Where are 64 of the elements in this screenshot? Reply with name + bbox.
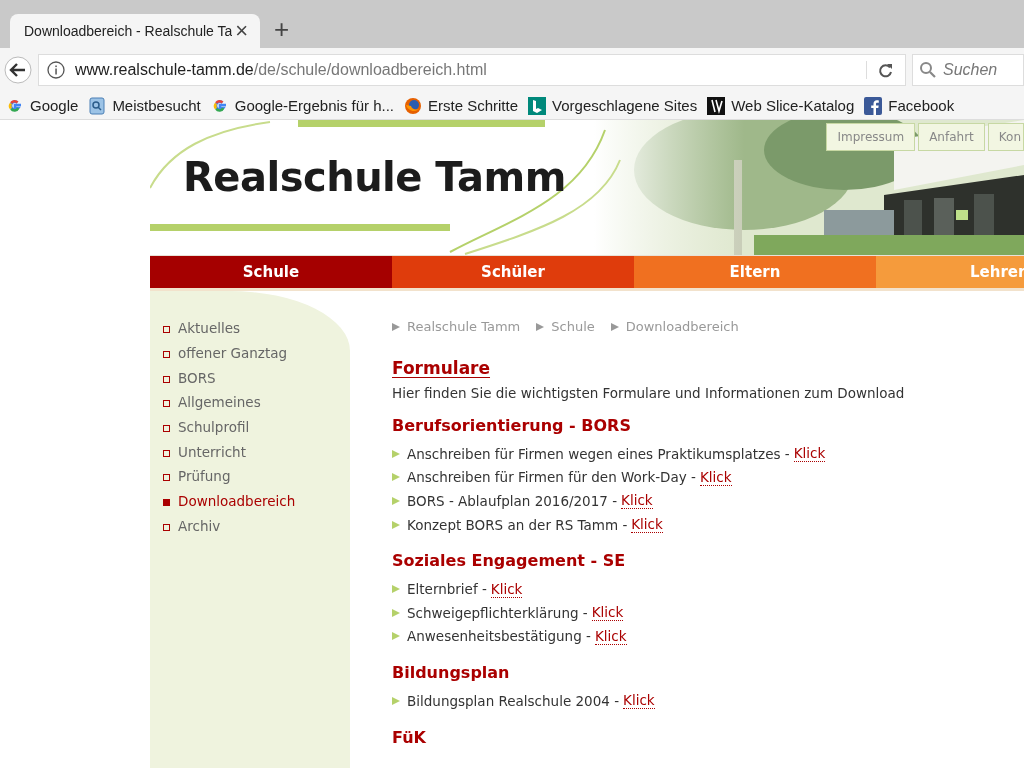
sidebar-item[interactable]: Downloadbereich (150, 488, 350, 514)
page-icon (88, 96, 107, 115)
section-heading: Berufsorientierung - BORS (392, 416, 632, 437)
page-title-link[interactable]: Formulare (392, 358, 490, 378)
bullet-icon (392, 473, 400, 482)
reload-icon[interactable] (866, 61, 895, 79)
browser-tab[interactable]: Downloadbereich - Realschule Ta× (10, 14, 260, 48)
download-item-text: Bildungsplan Realschule 2004 - (407, 692, 620, 709)
sidebar-item[interactable]: Aktuelles (150, 316, 350, 341)
close-icon[interactable]: × (235, 20, 248, 42)
triangle-icon (536, 322, 545, 331)
bullet-icon (392, 520, 400, 529)
download-item-text: BORS - Ablaufplan 2016/2017 - (407, 493, 618, 509)
bookmark[interactable]: Facebook (864, 96, 955, 115)
section-heading: Soziales Engagement - SE (392, 551, 627, 573)
download-link[interactable]: Klick (623, 692, 655, 710)
download-link[interactable]: Klick (594, 627, 627, 645)
download-item-text: Elternbrief - (407, 581, 487, 598)
globe-icon (404, 96, 422, 115)
download-link[interactable]: Klick (621, 492, 653, 510)
download-link[interactable]: Klick (631, 516, 663, 534)
bookmark[interactable]: Meistbesucht (88, 96, 201, 115)
intro-text: Hier finden Sie die wichtigsten Formulare und Informationen zum Download (392, 385, 906, 401)
sidebar-item[interactable]: Prüfung (150, 464, 350, 489)
sidebar-item[interactable]: Allgemeines (150, 390, 350, 415)
download-link[interactable]: Klick (591, 604, 624, 622)
bullet-icon (392, 449, 400, 458)
new-tab-button[interactable]: + (274, 16, 290, 42)
info-icon[interactable] (47, 61, 65, 79)
download-item-text: Anwesenheitsbestätigung - (407, 628, 591, 645)
sidebar-item[interactable]: offener Ganztag (150, 340, 350, 366)
bookmark[interactable]: Google (6, 96, 79, 115)
sidebar-item[interactable]: Unterricht (150, 439, 350, 465)
sidebar-item[interactable]: Schulprofil (150, 414, 350, 440)
bookmark[interactable]: Web Slice-Katalog (707, 96, 855, 115)
download-link[interactable]: Klick (490, 580, 523, 598)
download-item-text: Anschreiben für Firmen wegen eines Praktikumsplatzes - (407, 445, 790, 462)
bullet-icon (392, 608, 400, 617)
download-item-text: Anschreiben für Firmen für den Work-Day - (407, 469, 696, 486)
download-link[interactable]: Klick (699, 468, 732, 486)
b-letter-icon (528, 96, 547, 115)
section-heading: Bildungsplan (392, 663, 511, 685)
address-field[interactable]: www.realschule-tamm.de/de/schule/downloadbereich.html (38, 54, 906, 86)
triangle-icon (392, 322, 400, 331)
f-letter-icon (864, 96, 883, 115)
search-field[interactable]: Suchen (912, 54, 1024, 86)
download-item-text: Konzept BORS an der RS Tamm - (407, 516, 628, 533)
download-item-text: Schweigepflichterklärung - (407, 604, 588, 621)
triangle-icon (610, 322, 619, 331)
bookmark[interactable]: Google-Ergebnis für h... (210, 96, 394, 115)
download-link[interactable]: Klick (793, 445, 826, 463)
sidebar-item[interactable]: Archiv (150, 513, 350, 539)
section-heading: FüK (392, 727, 427, 749)
back-button[interactable] (4, 56, 32, 84)
sidebar-item[interactable]: BORS (150, 365, 350, 391)
bullet-icon (392, 632, 400, 641)
nav-tab[interactable]: Schule (150, 256, 392, 291)
bookmark[interactable]: Erste Schritte (404, 96, 519, 115)
site-logo[interactable]: Realschule Tamm (183, 154, 566, 200)
bookmark[interactable]: Vorgeschlagene Sites (528, 96, 698, 115)
bullet-icon (392, 497, 400, 505)
bullet-icon (392, 585, 400, 594)
nav-tab[interactable]: Schüler (392, 256, 634, 291)
bullet-icon (392, 696, 400, 705)
